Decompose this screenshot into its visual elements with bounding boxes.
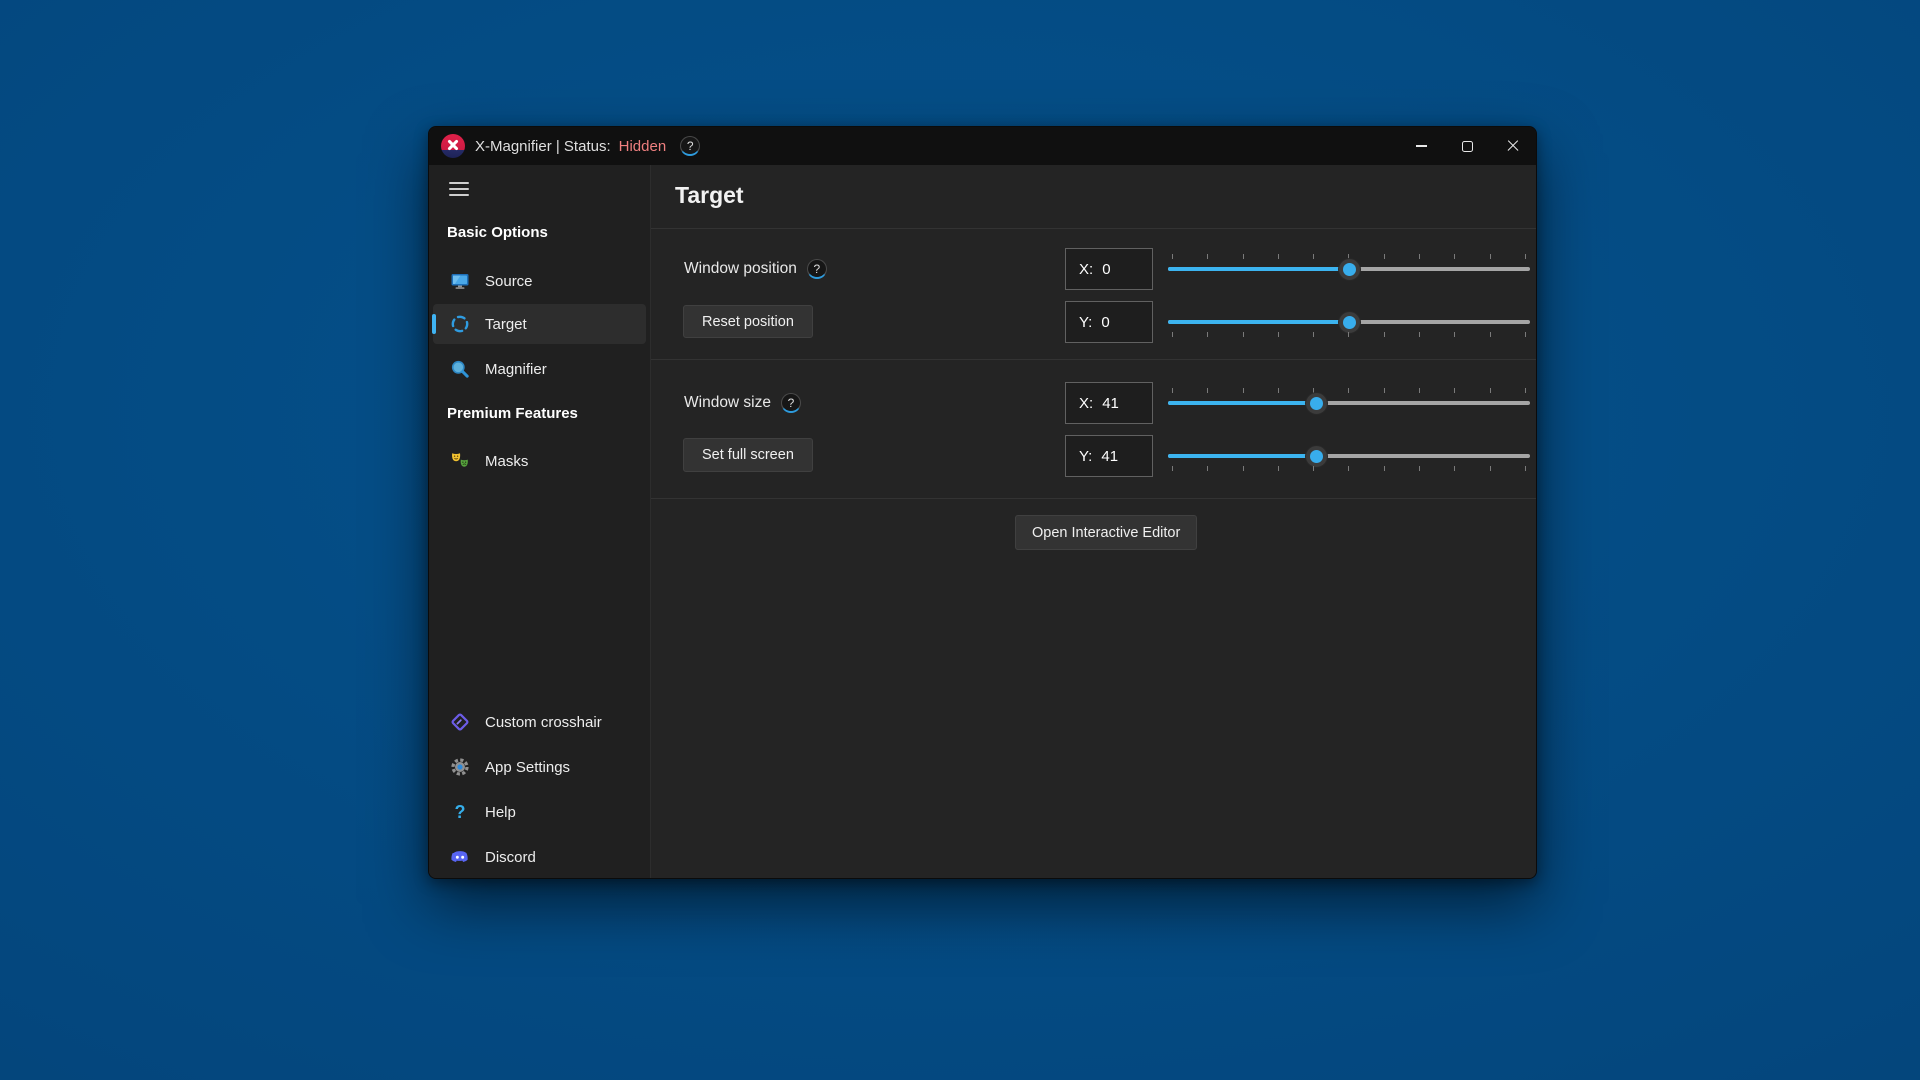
window-title-text: X-Magnifier | Status: (475, 138, 611, 155)
sidebar-item-magnifier[interactable]: Magnifier (433, 350, 646, 388)
size-y-input[interactable]: Y: 41 (1065, 435, 1153, 477)
sidebar-item-label: App Settings (485, 759, 570, 776)
size-y-slider[interactable] (1168, 435, 1530, 477)
slider-ticks (1172, 466, 1526, 471)
app-window: X-Magnifier | Status: Hidden ? Basic Opt… (428, 126, 1537, 879)
slider-thumb[interactable] (1306, 393, 1327, 414)
slider-thumb[interactable] (1306, 446, 1327, 467)
sidebar-item-label: Target (485, 316, 527, 333)
size-y-value: 41 (1101, 448, 1118, 465)
slider-ticks (1172, 332, 1526, 337)
position-y-slider[interactable] (1168, 301, 1530, 343)
sidebar-item-custom-crosshair[interactable]: Custom crosshair (433, 703, 646, 741)
position-x-slider[interactable] (1168, 248, 1530, 290)
sidebar-item-help[interactable]: ? Help (433, 793, 646, 831)
window-size-label-row: Window size ? (684, 382, 801, 424)
section-header-basic-options: Basic Options (447, 224, 548, 241)
position-x-input[interactable]: X: 0 (1065, 248, 1153, 290)
slider-thumb[interactable] (1339, 312, 1360, 333)
sidebar-item-label: Magnifier (485, 361, 547, 378)
position-y-value: 0 (1101, 314, 1109, 331)
size-x-input[interactable]: X: 41 (1065, 382, 1153, 424)
set-full-screen-button[interactable]: Set full screen (683, 438, 813, 472)
sidebar-item-label: Masks (485, 453, 528, 470)
sidebar-item-label: Help (485, 804, 516, 821)
sidebar-item-source[interactable]: Source (433, 262, 646, 300)
slider-fill (1168, 454, 1316, 458)
size-x-slider[interactable] (1168, 382, 1530, 424)
main-content: Target Window position ? Reset position … (650, 165, 1536, 878)
magnifier-icon (449, 358, 471, 380)
position-x-value: 0 (1102, 261, 1110, 278)
close-button[interactable] (1490, 127, 1536, 165)
slider-fill (1168, 320, 1349, 324)
window-position-label-row: Window position ? (684, 248, 827, 290)
slider-thumb[interactable] (1339, 259, 1360, 280)
slider-fill (1168, 267, 1349, 271)
maximize-icon (1462, 141, 1473, 152)
page-title: Target (675, 182, 744, 209)
custom-crosshair-icon (449, 711, 471, 733)
monitor-icon (449, 270, 471, 292)
position-y-prefix: Y: (1079, 314, 1092, 331)
crosshair-icon (449, 313, 471, 335)
titlebar[interactable]: X-Magnifier | Status: Hidden ? (429, 127, 1536, 165)
section-divider (651, 359, 1536, 360)
section-header-premium-features: Premium Features (447, 405, 578, 422)
size-y-prefix: Y: (1079, 448, 1092, 465)
minimize-button[interactable] (1398, 127, 1444, 165)
header-divider (651, 228, 1536, 229)
open-interactive-editor-button[interactable]: Open Interactive Editor (1015, 515, 1197, 550)
slider-ticks (1172, 388, 1526, 393)
minimize-icon (1416, 145, 1427, 147)
sidebar-item-target[interactable]: Target (433, 304, 646, 344)
close-icon (1506, 139, 1520, 153)
sidebar: Basic Options Source (429, 165, 650, 878)
sidebar-item-masks[interactable]: Masks (433, 442, 646, 480)
sidebar-item-label: Source (485, 273, 533, 290)
sidebar-item-discord[interactable]: Discord (433, 838, 646, 876)
size-x-value: 41 (1102, 395, 1119, 412)
help-icon: ? (449, 801, 471, 823)
size-x-prefix: X: (1079, 395, 1093, 412)
menu-toggle-button[interactable] (449, 182, 469, 196)
sidebar-item-label: Discord (485, 849, 536, 866)
slider-fill (1168, 401, 1316, 405)
window-title: X-Magnifier | Status: Hidden ? (475, 136, 700, 156)
section-divider (651, 498, 1536, 499)
window-size-label: Window size (684, 394, 771, 412)
position-x-prefix: X: (1079, 261, 1093, 278)
sidebar-item-app-settings[interactable]: App Settings (433, 748, 646, 786)
status-badge: Hidden (619, 138, 667, 155)
titlebar-help-icon[interactable]: ? (680, 136, 700, 156)
window-controls (1398, 127, 1536, 165)
window-size-help-icon[interactable]: ? (781, 393, 801, 413)
sidebar-item-label: Custom crosshair (485, 714, 602, 731)
reset-position-button[interactable]: Reset position (683, 305, 813, 338)
window-position-help-icon[interactable]: ? (807, 259, 827, 279)
masks-icon (449, 450, 471, 472)
position-y-input[interactable]: Y: 0 (1065, 301, 1153, 343)
discord-icon (449, 846, 471, 868)
maximize-button[interactable] (1444, 127, 1490, 165)
window-position-label: Window position (684, 260, 797, 278)
selected-accent-bar (432, 314, 436, 334)
gear-icon (449, 756, 471, 778)
app-logo-icon (441, 134, 465, 158)
